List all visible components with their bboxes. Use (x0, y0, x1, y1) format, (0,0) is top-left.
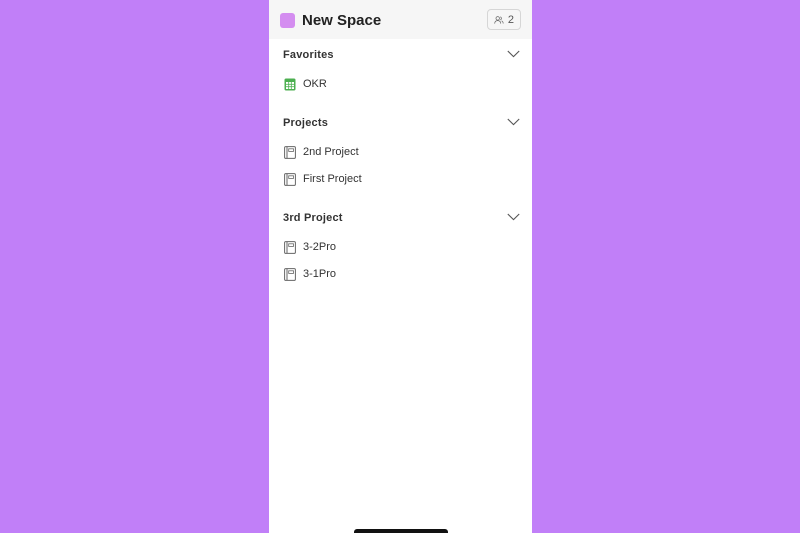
list-item-label: 3-1Pro (303, 268, 337, 280)
space-panel: New Space 2 Favorites OKR Projects 2nd P… (269, 0, 532, 533)
list-item-3-2pro[interactable]: 3-2Pro (269, 234, 532, 261)
notebook-icon (284, 146, 296, 159)
section-title: Projects (283, 117, 329, 129)
list-item-3-1pro[interactable]: 3-1Pro (269, 261, 532, 288)
section-3rd-project-header[interactable]: 3rd Project (269, 203, 532, 233)
list-item-label: 2nd Project (303, 146, 359, 158)
section-title: 3rd Project (283, 212, 343, 224)
members-button[interactable]: 2 (487, 9, 521, 30)
home-indicator[interactable] (354, 529, 448, 533)
section-title: Favorites (283, 49, 334, 61)
people-icon (494, 15, 504, 24)
space-color-swatch (280, 13, 295, 28)
section-favorites-header[interactable]: Favorites (269, 40, 532, 70)
spreadsheet-icon (284, 78, 296, 91)
list-item-first-project[interactable]: First Project (269, 166, 532, 193)
notebook-icon (284, 173, 296, 186)
section-projects-header[interactable]: Projects (269, 108, 532, 138)
list-item-okr[interactable]: OKR (269, 71, 532, 98)
list-item-2nd-project[interactable]: 2nd Project (269, 139, 532, 166)
notebook-icon (284, 268, 296, 281)
notebook-icon (284, 241, 296, 254)
chevron-down-icon[interactable] (507, 118, 520, 126)
chevron-down-icon[interactable] (507, 50, 520, 58)
space-title[interactable]: New Space (302, 11, 381, 30)
space-header: New Space 2 (269, 0, 532, 39)
list-item-label: First Project (303, 173, 362, 185)
chevron-down-icon[interactable] (507, 213, 520, 221)
members-count: 2 (507, 13, 514, 26)
list-item-label: 3-2Pro (303, 241, 337, 253)
list-item-label: OKR (303, 78, 327, 90)
